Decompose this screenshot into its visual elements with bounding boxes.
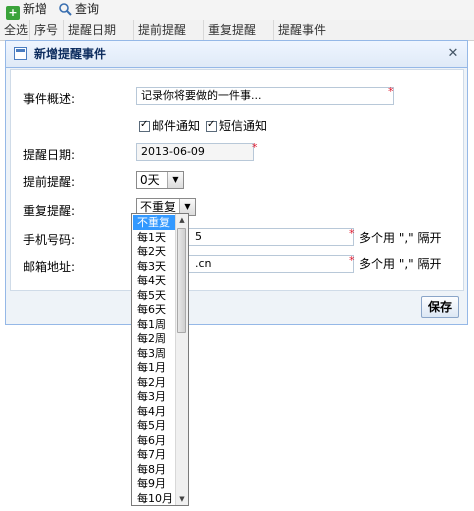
toolbar: + 新增 查询 xyxy=(0,0,474,21)
dropdown-option[interactable]: 每3周 xyxy=(133,346,177,361)
phone-hint: 多个用 "," 隔开 xyxy=(359,231,442,245)
column-repeat[interactable]: 重复提醒 xyxy=(204,20,274,40)
dropdown-option[interactable]: 每4天 xyxy=(133,273,177,288)
query-button[interactable]: 查询 xyxy=(58,1,99,18)
dropdown-option[interactable]: 不重复 xyxy=(133,215,177,230)
dropdown-option[interactable]: 每6天 xyxy=(133,302,177,317)
scrollbar-thumb[interactable] xyxy=(177,228,186,333)
dropdown-option[interactable]: 每7月 xyxy=(133,447,177,462)
required-mark: * xyxy=(349,227,355,240)
email-hint: 多个用 "," 隔开 xyxy=(359,257,442,271)
event-input[interactable]: 记录你将要做的一件事... xyxy=(136,87,394,105)
phone-label: 手机号码: xyxy=(23,233,76,247)
date-label: 提醒日期: xyxy=(23,148,76,162)
scrollbar[interactable]: ▲ ▼ xyxy=(175,214,188,505)
select-all-column[interactable]: 全选 xyxy=(0,20,30,40)
dropdown-option[interactable]: 每8月 xyxy=(133,462,177,477)
dropdown-option[interactable]: 每3月 xyxy=(133,389,177,404)
required-mark: * xyxy=(252,141,258,154)
add-button-label: 新增 xyxy=(23,2,48,16)
email-notify-checkbox[interactable]: 邮件通知 xyxy=(139,117,200,134)
query-button-label: 查询 xyxy=(75,2,100,16)
dropdown-option[interactable]: 每3天 xyxy=(133,259,177,274)
dropdown-option[interactable]: 每2天 xyxy=(133,244,177,259)
save-button[interactable]: 保存 xyxy=(421,296,459,318)
dropdown-option[interactable]: 每2周 xyxy=(133,331,177,346)
advance-select[interactable]: 0天 ▼ xyxy=(136,171,184,189)
scroll-down-icon[interactable]: ▼ xyxy=(176,493,188,505)
dialog-footer: 保存 xyxy=(6,291,467,324)
add-icon: + xyxy=(6,6,20,20)
required-mark: * xyxy=(349,254,355,267)
event-label: 事件概述: xyxy=(23,92,76,106)
dropdown-option[interactable]: 每5月 xyxy=(133,418,177,433)
date-input[interactable]: 2013-06-09 xyxy=(136,143,254,161)
dropdown-option[interactable]: 每1周 xyxy=(133,317,177,332)
column-date[interactable]: 提醒日期 xyxy=(64,20,134,40)
checkbox-icon xyxy=(206,119,217,132)
dropdown-option[interactable]: 每2月 xyxy=(133,375,177,390)
repeat-dropdown-list[interactable]: 不重复 每1天 每2天 每3天 每4天 每5天 每6天 每1周 每2周 每3周 每1月 每2月 每3月每… xyxy=(131,213,189,506)
scroll-up-icon[interactable]: ▲ xyxy=(176,214,188,226)
calendar-icon xyxy=(14,47,27,60)
sms-notify-label: 短信通知 xyxy=(219,119,268,133)
advance-select-value: 0天 xyxy=(140,173,160,187)
dropdown-option[interactable]: 每1月 xyxy=(133,360,177,375)
repeat-label: 重复提醒: xyxy=(23,204,76,218)
column-event[interactable]: 提醒事件 xyxy=(274,20,474,40)
sms-notify-checkbox[interactable]: 短信通知 xyxy=(206,117,267,134)
required-mark: * xyxy=(388,85,394,98)
dropdown-option[interactable]: 每4月 xyxy=(133,404,177,419)
grid-header: 全选 序号 提醒日期 提前提醒 重复提醒 提醒事件 xyxy=(0,20,474,41)
dropdown-option[interactable]: 每9月 xyxy=(133,476,177,491)
search-icon xyxy=(58,2,72,16)
close-icon[interactable]: ✕ xyxy=(445,46,461,62)
dialog-title: 新增提醒事件 xyxy=(34,47,107,61)
email-label: 邮箱地址: xyxy=(23,260,76,274)
dropdown-option[interactable]: 每5天 xyxy=(133,288,177,303)
advance-label: 提前提醒: xyxy=(23,175,76,189)
chevron-down-icon: ▼ xyxy=(167,172,183,188)
checkbox-icon xyxy=(139,119,150,132)
repeat-select-value: 不重复 xyxy=(140,200,177,214)
dialog-form: 事件概述: 记录你将要做的一件事... * 邮件通知 短信通知 提醒日期: 20… xyxy=(10,69,464,291)
email-notify-label: 邮件通知 xyxy=(152,119,201,133)
add-button[interactable]: + 新增 xyxy=(6,1,48,20)
dropdown-option[interactable]: 每6月 xyxy=(133,433,177,448)
column-advance[interactable]: 提前提醒 xyxy=(134,20,204,40)
add-reminder-dialog: 新增提醒事件 ✕ 事件概述: 记录你将要做的一件事... * 邮件通知 短信通知… xyxy=(5,40,468,325)
dialog-titlebar[interactable]: 新增提醒事件 ✕ xyxy=(6,41,467,68)
column-index[interactable]: 序号 xyxy=(30,20,64,40)
dropdown-option[interactable]: 每10月 xyxy=(133,491,177,506)
dropdown-option[interactable]: 每1天 xyxy=(133,230,177,245)
